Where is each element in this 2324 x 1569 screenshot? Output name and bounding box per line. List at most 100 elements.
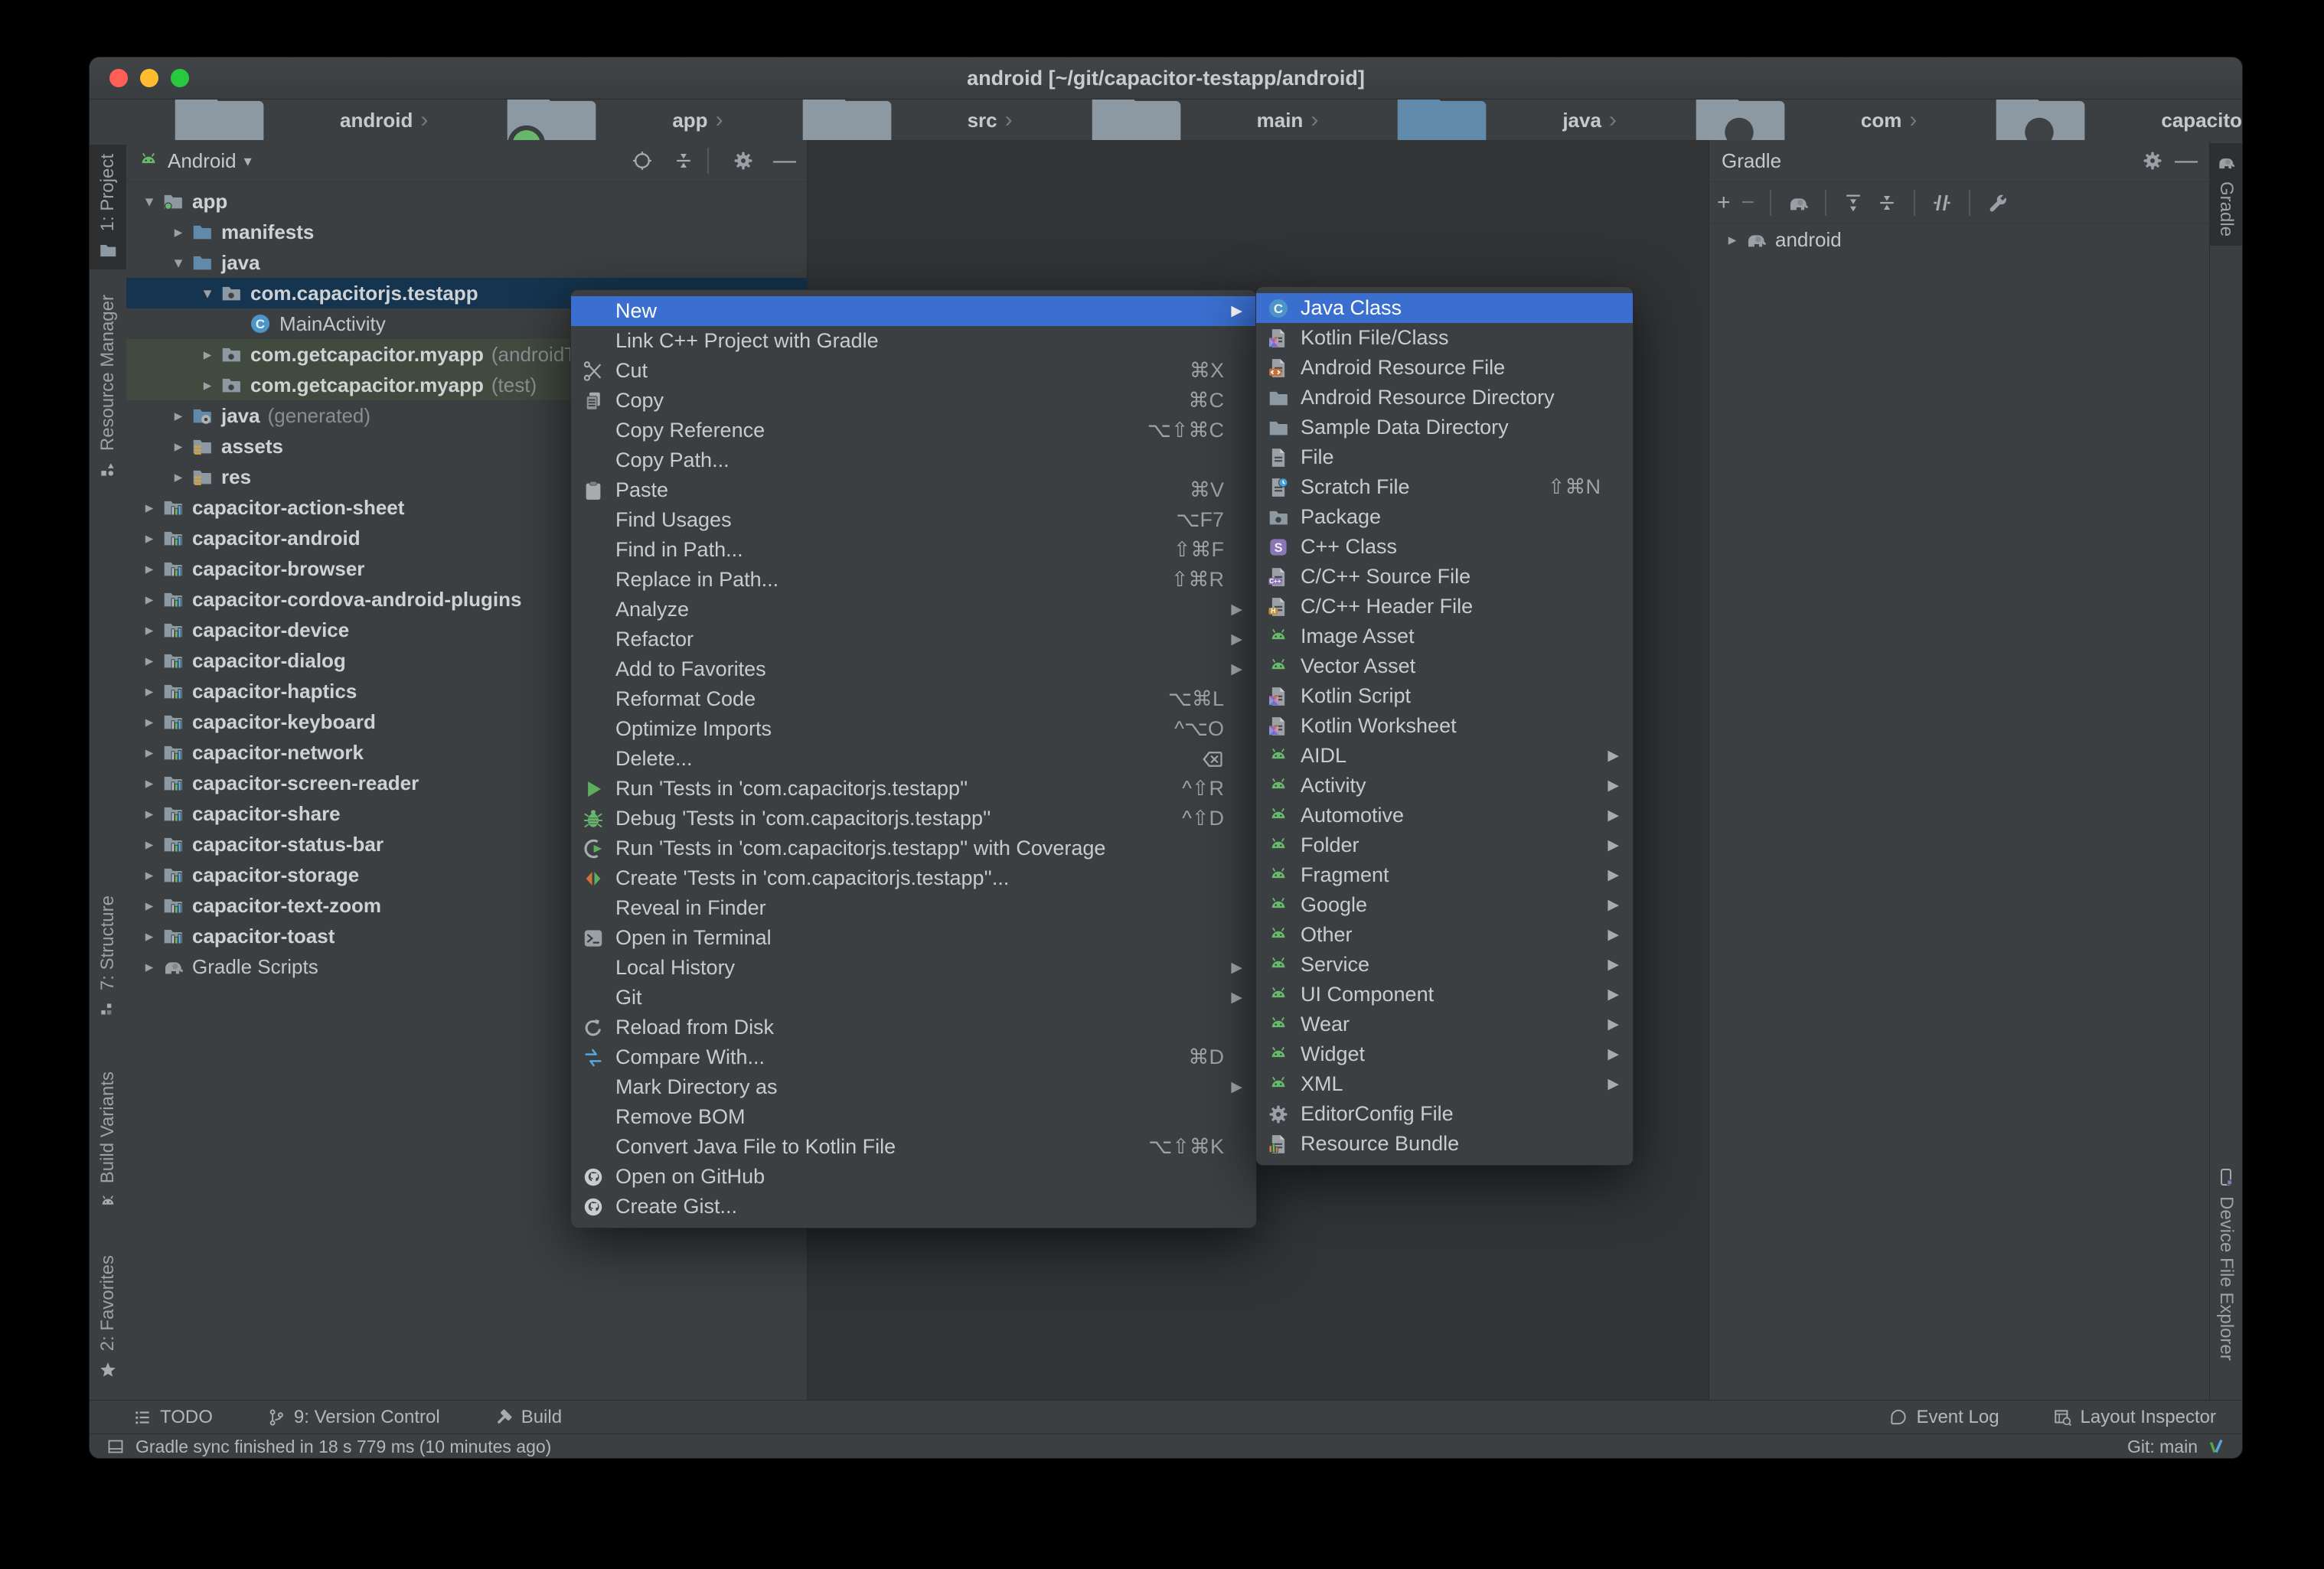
menu-item[interactable]: Optimize Imports ^⌥O ▶ <box>571 714 1256 744</box>
sidebar-item-resource-manager[interactable]: Resource Manager <box>90 285 126 489</box>
sidebar-item-build-variants[interactable]: Build Variants <box>90 1062 126 1222</box>
zoom-window-button[interactable] <box>171 69 189 87</box>
tree-row[interactable]: ▸ android <box>1709 224 2210 255</box>
menu-item[interactable]: C++ Class ▶ <box>1256 532 1633 562</box>
menu-item[interactable]: XML ▶ <box>1256 1069 1633 1099</box>
tree-chevron-icon[interactable]: ▸ <box>137 682 162 701</box>
menu-item[interactable]: Vector Asset ▶ <box>1256 651 1633 681</box>
menu-item[interactable]: Widget ▶ <box>1256 1039 1633 1069</box>
menu-item[interactable]: Google ▶ <box>1256 890 1633 920</box>
sidebar-item-gradle[interactable]: Gradle <box>2210 143 2242 246</box>
menu-item[interactable]: Kotlin File/Class ▶ <box>1256 323 1633 353</box>
menu-item[interactable]: Automotive ▶ <box>1256 801 1633 830</box>
gradle-settings-wrench-icon[interactable] <box>1986 191 2009 214</box>
tree-chevron-icon[interactable]: ▸ <box>137 957 162 977</box>
menu-item[interactable]: Local History ▶ <box>571 953 1256 983</box>
menu-item[interactable]: Kotlin Worksheet ▶ <box>1256 711 1633 741</box>
menu-item[interactable]: Replace in Path... ⇧⌘R ▶ <box>571 565 1256 595</box>
tree-chevron-icon[interactable]: ▸ <box>137 896 162 915</box>
tree-chevron-icon[interactable]: ▸ <box>166 437 191 456</box>
hide-panel-icon[interactable]: — <box>773 148 796 174</box>
tree-chevron-icon[interactable]: ▾ <box>166 253 191 272</box>
layout-inspector-tab[interactable]: Layout Inspector <box>2053 1407 2216 1428</box>
offline-mode-icon[interactable] <box>1931 191 1954 214</box>
toolwindow-toggle-icon[interactable] <box>106 1437 125 1456</box>
menu-item[interactable]: Reformat Code ⌥⌘L ▶ <box>571 684 1256 714</box>
menu-item[interactable]: Open in Terminal ▶ <box>571 923 1256 953</box>
menu-item[interactable]: Android Resource Directory ▶ <box>1256 383 1633 413</box>
sidebar-item-project[interactable]: 1: Project <box>90 145 126 270</box>
tree-chevron-icon[interactable]: ▸ <box>137 804 162 824</box>
sidebar-item-structure[interactable]: 7: Structure <box>90 886 126 1029</box>
menu-item[interactable]: Copy ⌘C ▶ <box>571 386 1256 416</box>
menu-item[interactable]: Activity ▶ <box>1256 771 1633 801</box>
menu-item[interactable]: Scratch File ⇧⌘N ▶ <box>1256 472 1633 502</box>
menu-item[interactable]: Add to Favorites ▶ <box>571 654 1256 684</box>
tree-chevron-icon[interactable]: ▸ <box>137 651 162 670</box>
tree-chevron-icon[interactable]: ▸ <box>137 621 162 640</box>
sidebar-item-device-file-explorer[interactable]: Device File Explorer <box>2210 1158 2242 1370</box>
tree-chevron-icon[interactable]: ▸ <box>1720 230 1745 250</box>
add-icon[interactable]: + <box>1717 190 1731 216</box>
git-branch-widget[interactable]: Git: main <box>2127 1437 2198 1457</box>
menu-item[interactable]: Link C++ Project with Gradle ▶ <box>571 326 1256 356</box>
menu-item[interactable]: Java Class ▶ <box>1256 293 1633 323</box>
tree-chevron-icon[interactable]: ▸ <box>137 866 162 885</box>
menu-item[interactable]: Git ▶ <box>571 983 1256 1013</box>
collapse-all-icon[interactable] <box>1875 191 1898 214</box>
menu-item[interactable]: Find Usages ⌥F7 ▶ <box>571 505 1256 535</box>
menu-item[interactable]: Convert Java File to Kotlin File ⌥⇧⌘K ▶ <box>571 1132 1256 1162</box>
tree-chevron-icon[interactable]: ▸ <box>166 223 191 242</box>
tree-chevron-icon[interactable]: ▸ <box>137 559 162 579</box>
tree-chevron-icon[interactable]: ▸ <box>137 835 162 854</box>
tree-chevron-icon[interactable]: ▸ <box>195 376 220 395</box>
tree-row[interactable]: ▸ manifests <box>126 217 807 247</box>
close-window-button[interactable] <box>109 69 128 87</box>
menu-item[interactable]: UI Component ▶ <box>1256 980 1633 1010</box>
collapse-all-icon[interactable] <box>672 149 695 172</box>
menu-item[interactable]: Run 'Tests in 'com.capacitorjs.testapp''… <box>571 774 1256 804</box>
sidebar-item-favorites[interactable]: 2: Favorites <box>90 1246 126 1389</box>
menu-item[interactable]: Delete... ▶ <box>571 744 1256 774</box>
menu-item[interactable]: Copy Reference ⌥⇧⌘C ▶ <box>571 416 1256 445</box>
tree-chevron-icon[interactable]: ▾ <box>137 192 162 211</box>
tree-row[interactable]: ▾ java <box>126 247 807 278</box>
minimize-window-button[interactable] <box>140 69 158 87</box>
menu-item[interactable]: Run 'Tests in 'com.capacitorjs.testapp''… <box>571 833 1256 863</box>
menu-item[interactable]: Cut ⌘X ▶ <box>571 356 1256 386</box>
menu-item[interactable]: Wear ▶ <box>1256 1010 1633 1039</box>
gradle-elephant-icon[interactable] <box>1787 191 1810 214</box>
tree-chevron-icon[interactable]: ▾ <box>195 284 220 303</box>
menu-item[interactable]: Open on GitHub ▶ <box>571 1162 1256 1192</box>
menu-item[interactable]: C/C++ Source File ▶ <box>1256 562 1633 592</box>
expand-all-icon[interactable] <box>1842 191 1865 214</box>
menu-item[interactable]: AIDL ▶ <box>1256 741 1633 771</box>
tree-chevron-icon[interactable]: ▸ <box>137 927 162 946</box>
menu-item[interactable]: Create 'Tests in 'com.capacitorjs.testap… <box>571 863 1256 893</box>
menu-item[interactable]: Reveal in Finder ▶ <box>571 893 1256 923</box>
gear-icon[interactable] <box>732 149 755 172</box>
menu-item[interactable]: Folder ▶ <box>1256 830 1633 860</box>
tree-chevron-icon[interactable]: ▸ <box>137 774 162 793</box>
tree-chevron-icon[interactable]: ▸ <box>137 743 162 762</box>
menu-item[interactable]: Reload from Disk ▶ <box>571 1013 1256 1042</box>
tree-chevron-icon[interactable]: ▸ <box>137 498 162 517</box>
menu-item[interactable]: Other ▶ <box>1256 920 1633 950</box>
menu-item[interactable]: Remove BOM ▶ <box>571 1102 1256 1132</box>
menu-item[interactable]: Resource Bundle ▶ <box>1256 1129 1633 1159</box>
menu-item[interactable]: Sample Data Directory ▶ <box>1256 413 1633 442</box>
tree-chevron-icon[interactable]: ▸ <box>137 713 162 732</box>
menu-item[interactable]: Android Resource File ▶ <box>1256 353 1633 383</box>
menu-item[interactable]: Kotlin Script ▶ <box>1256 681 1633 711</box>
menu-item[interactable]: Copy Path... ▶ <box>571 445 1256 475</box>
menu-item[interactable]: Refactor ▶ <box>571 625 1256 654</box>
menu-item[interactable]: C/C++ Header File ▶ <box>1256 592 1633 621</box>
menu-item[interactable]: Service ▶ <box>1256 950 1633 980</box>
menu-item[interactable]: Fragment ▶ <box>1256 860 1633 890</box>
version-control-tab[interactable]: 9: Version Control <box>266 1407 440 1428</box>
tree-chevron-icon[interactable]: ▸ <box>195 345 220 364</box>
menu-item[interactable]: Compare With... ⌘D ▶ <box>571 1042 1256 1072</box>
event-log-tab[interactable]: Event Log <box>1888 1407 1999 1428</box>
menu-item[interactable]: Mark Directory as ▶ <box>571 1072 1256 1102</box>
hide-panel-icon[interactable]: — <box>2175 148 2198 174</box>
